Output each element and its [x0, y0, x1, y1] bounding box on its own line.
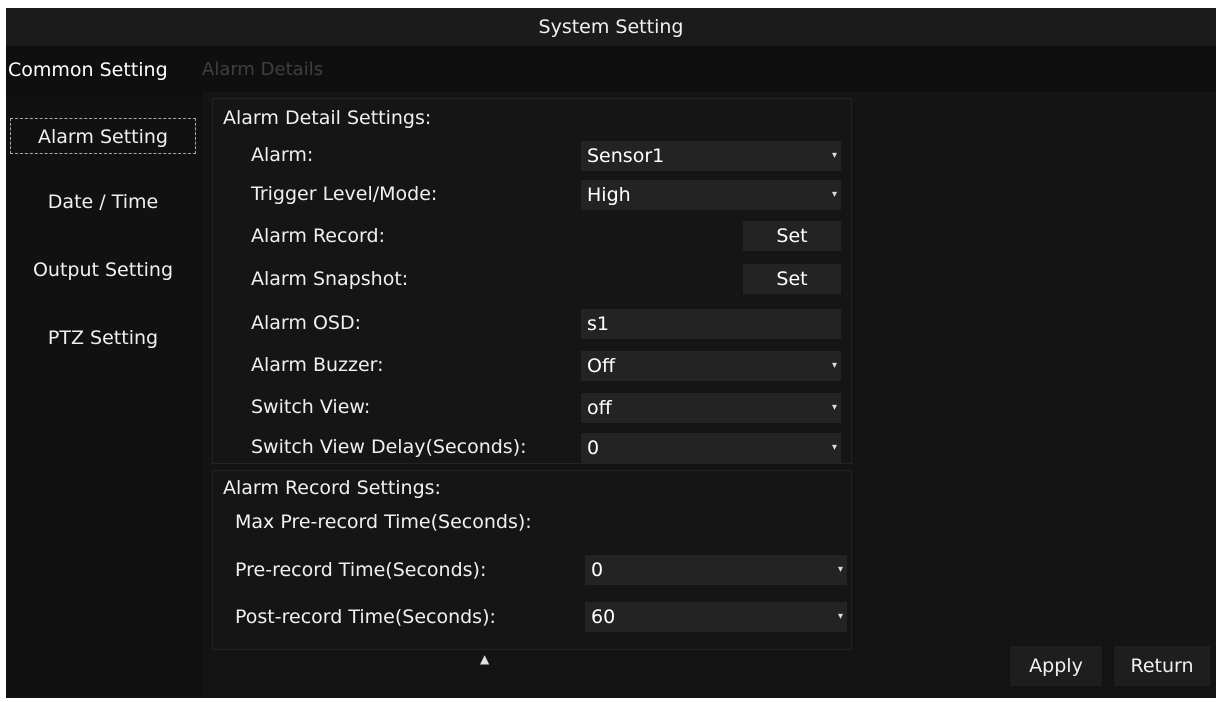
sidebar-item-date-time[interactable]: Date / Time	[10, 184, 196, 220]
trigger-level-select[interactable]: High ▾	[581, 180, 841, 210]
post-record-select[interactable]: 60 ▾	[585, 602, 847, 632]
apply-button[interactable]: Apply	[1010, 646, 1102, 686]
dropdown-arrow-icon: ▾	[831, 360, 837, 371]
dropdown-arrow-icon: ▾	[837, 611, 843, 622]
tab-common-setting[interactable]: Common Setting	[8, 50, 168, 90]
return-button[interactable]: Return	[1114, 646, 1210, 686]
post-record-label: Post-record Time(Seconds):	[235, 606, 496, 628]
switch-view-select[interactable]: off ▾	[581, 393, 841, 423]
pre-record-select[interactable]: 0 ▾	[585, 555, 847, 585]
content-panel: Alarm Detail Settings: Alarm: Sensor1 ▾ …	[202, 92, 1216, 698]
switch-view-value: off	[587, 397, 612, 419]
system-setting-window: System Setting Common Setting Alarm Deta…	[6, 8, 1216, 698]
dropdown-arrow-icon: ▾	[831, 402, 837, 413]
switch-view-delay-value: 0	[587, 437, 600, 459]
sidebar: Alarm Setting Date / Time Output Setting…	[6, 98, 200, 698]
alarm-buzzer-select[interactable]: Off ▾	[581, 351, 841, 381]
pre-record-label: Pre-record Time(Seconds):	[235, 559, 487, 581]
pre-record-value: 0	[591, 559, 604, 581]
switch-view-delay-label: Switch View Delay(Seconds):	[251, 436, 527, 458]
sidebar-item-ptz-setting[interactable]: PTZ Setting	[10, 320, 196, 356]
alarm-osd-label: Alarm OSD:	[251, 312, 361, 334]
alarm-detail-title: Alarm Detail Settings:	[223, 107, 432, 129]
alarm-record-set-button[interactable]: Set	[743, 221, 841, 251]
alarm-record-label: Alarm Record:	[251, 225, 385, 247]
sidebar-item-alarm-setting[interactable]: Alarm Setting	[10, 118, 196, 154]
alarm-detail-group: Alarm Detail Settings: Alarm: Sensor1 ▾ …	[212, 98, 852, 464]
switch-view-delay-select[interactable]: 0 ▾	[581, 433, 841, 463]
post-record-value: 60	[591, 606, 616, 628]
trigger-level-label: Trigger Level/Mode:	[251, 183, 438, 205]
alarm-buzzer-label: Alarm Buzzer:	[251, 354, 384, 376]
alarm-label: Alarm:	[251, 144, 314, 166]
alarm-value: Sensor1	[587, 145, 665, 167]
dropdown-arrow-icon: ▾	[831, 189, 837, 200]
alarm-select[interactable]: Sensor1 ▾	[581, 141, 841, 171]
tab-alarm-details[interactable]: Alarm Details	[202, 50, 323, 90]
alarm-snapshot-set-button[interactable]: Set	[743, 264, 841, 294]
alarm-record-title: Alarm Record Settings:	[223, 477, 441, 499]
alarm-record-group: Alarm Record Settings: Max Pre-record Ti…	[212, 470, 852, 650]
window-title: System Setting	[6, 8, 1216, 46]
dropdown-arrow-icon: ▾	[837, 564, 843, 575]
dropdown-arrow-icon: ▾	[831, 442, 837, 453]
sidebar-item-output-setting[interactable]: Output Setting	[10, 252, 196, 288]
alarm-osd-input[interactable]: s1	[581, 309, 841, 339]
switch-view-label: Switch View:	[251, 396, 371, 418]
alarm-snapshot-label: Alarm Snapshot:	[251, 268, 409, 290]
alarm-buzzer-value: Off	[587, 355, 616, 377]
max-pre-record-label: Max Pre-record Time(Seconds):	[235, 511, 532, 533]
dropdown-arrow-icon: ▾	[831, 150, 837, 161]
mouse-pointer-icon: ▲	[480, 652, 490, 666]
trigger-level-value: High	[587, 184, 631, 206]
